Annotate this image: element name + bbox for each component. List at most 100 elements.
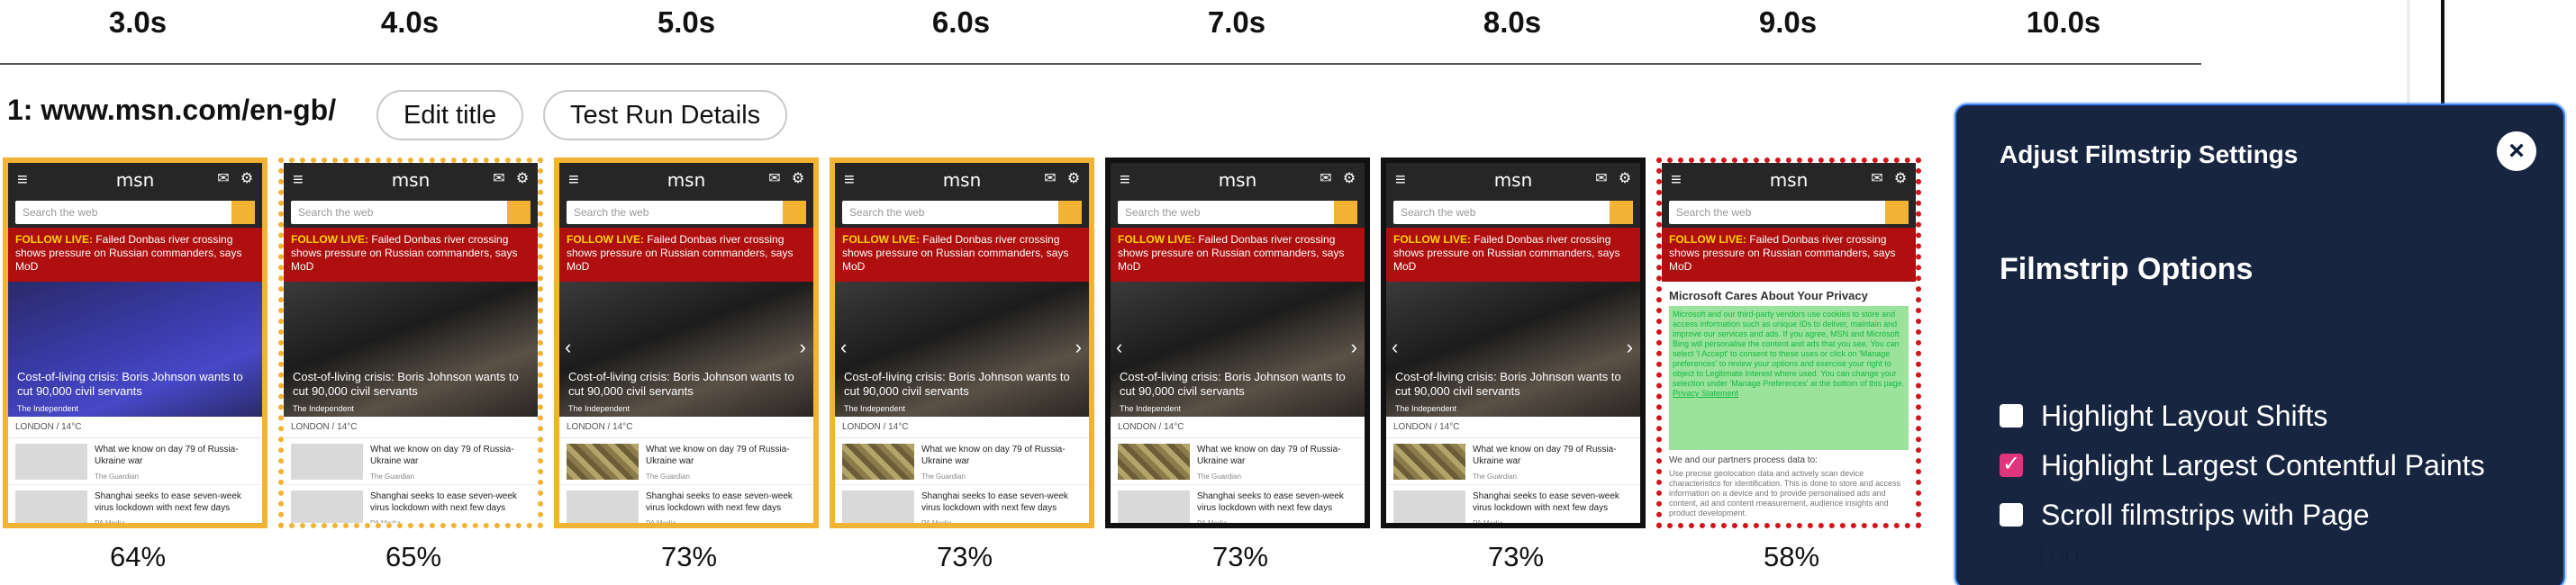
privacy-link: Privacy Statement — [1673, 389, 1739, 398]
chevron-right-icon: › — [1626, 336, 1633, 358]
option-scroll-filmstrips[interactable]: Scroll filmstrips with Page — [2000, 497, 2370, 533]
news-item: Shanghai seeks to ease seven-week virus … — [284, 485, 538, 523]
frame-visual-complete-percent: 58% — [1763, 541, 1820, 572]
options-heading: Filmstrip Options — [2000, 252, 2254, 286]
hero-image: Cost-of-living crisis: Boris Johnson wan… — [284, 282, 538, 417]
news-prefix: FOLLOW LIVE: — [291, 233, 368, 246]
frame-visual-complete-percent: 73% — [1211, 541, 1269, 572]
news-source: PA Media — [370, 519, 401, 523]
edit-title-button[interactable]: Edit title — [376, 90, 524, 140]
weather-strip: LONDON / 14°C — [1111, 417, 1365, 438]
checkbox[interactable] — [2000, 451, 2023, 477]
hero-caption: Cost-of-living crisis: Boris Johnson wan… — [293, 370, 519, 398]
breaking-news-banner: FOLLOW LIVE: Failed Donbas river crossin… — [1386, 228, 1640, 282]
option-highlight-lcp[interactable]: Highlight Largest Contentful Paints — [2000, 447, 2485, 483]
news-thumbnail — [842, 490, 914, 523]
filmstrip-frame[interactable]: ≡ msn ✉ ⚙ Search the web FOLLOW LIVE: Failed … — [830, 158, 1094, 528]
mail-icon: ✉ — [1044, 171, 1057, 186]
hero-image: ‹ › Cost-of-living crisis: Boris Johnson w… — [559, 282, 813, 417]
filmstrip-frame[interactable]: ≡ msn ✉ ⚙ Search the web FOLLOW LIVE: Failed … — [278, 158, 543, 528]
search-icon — [1610, 201, 1633, 224]
filmstrip-frame[interactable]: ≡ msn ✉ ⚙ Search the web FOLLOW LIVE: Failed … — [3, 158, 268, 528]
gear-icon: ⚙ — [1893, 171, 1908, 186]
news-item: What we know on day 79 of Russia-Ukraine… — [284, 438, 538, 485]
timeline-tick: 8.0s — [1483, 5, 1542, 39]
hero-image: Cost-of-living crisis: Boris Johnson wan… — [8, 282, 262, 417]
frame-visual-complete-percent: 73% — [660, 541, 718, 572]
filmstrip-frame[interactable]: ≡ msn ✉ ⚙ Search the web FOLLOW LIVE: Failed … — [1656, 158, 1921, 528]
playhead-marker[interactable] — [2441, 0, 2444, 104]
search-placeholder: Search the web — [1401, 206, 1476, 219]
msn-header: ≡ msn ✉ ⚙ — [284, 163, 538, 197]
gear-icon: ⚙ — [791, 171, 805, 186]
hero-caption: Cost-of-living crisis: Boris Johnson wan… — [568, 370, 794, 398]
news-item: Shanghai seeks to ease seven-week virus … — [559, 485, 813, 523]
chevron-left-icon: ‹ — [840, 336, 848, 358]
news-title: Shanghai seeks to ease seven-week virus … — [95, 491, 241, 513]
news-source: The Guardian — [1197, 472, 1241, 481]
news-prefix: FOLLOW LIVE: — [567, 233, 644, 246]
news-title: What we know on day 79 of Russia-Ukraine… — [370, 445, 514, 466]
chevron-left-icon: ‹ — [565, 336, 572, 358]
frame-visual-complete-percent: 73% — [1487, 541, 1545, 572]
hero-source: The Independent — [1395, 404, 1457, 413]
news-item: What we know on day 79 of Russia-Ukraine… — [1386, 438, 1640, 485]
search-placeholder: Search the web — [298, 206, 374, 219]
news-source: PA Media — [1197, 519, 1228, 523]
test-run-details-button[interactable]: Test Run Details — [543, 90, 788, 140]
news-thumbnail — [842, 444, 914, 480]
news-item: Shanghai seeks to ease seven-week virus … — [8, 485, 262, 523]
timeline-tick: 3.0s — [108, 5, 168, 39]
breaking-news-banner: FOLLOW LIVE: Failed Donbas river crossin… — [1662, 228, 1916, 282]
scroll-track — [2407, 0, 2410, 104]
search-icon — [231, 201, 255, 224]
news-thumbnail — [1118, 490, 1190, 523]
weather-strip: LONDON / 14°C — [559, 417, 813, 438]
hero-caption: Cost-of-living crisis: Boris Johnson wan… — [1120, 370, 1346, 398]
search-placeholder: Search the web — [1676, 206, 1752, 219]
filmstrip-frame[interactable]: ≡ msn ✉ ⚙ Search the web FOLLOW LIVE: Failed … — [1381, 158, 1646, 528]
mail-icon: ✉ — [768, 171, 781, 186]
gear-icon: ⚙ — [1066, 171, 1081, 186]
filmstrip-frame[interactable]: ≡ msn ✉ ⚙ Search the web FOLLOW LIVE: Failed … — [554, 158, 819, 528]
chevron-left-icon: ‹ — [1116, 336, 1123, 358]
news-thumbnail — [567, 444, 639, 480]
close-icon[interactable]: × — [2497, 131, 2536, 171]
breaking-news-banner: FOLLOW LIVE: Failed Donbas river crossin… — [284, 228, 538, 282]
weather-strip: LONDON / 14°C — [8, 417, 262, 438]
news-title: Shanghai seeks to ease seven-week virus … — [921, 491, 1068, 513]
news-title: What we know on day 79 of Russia-Ukraine… — [646, 445, 790, 466]
search-icon — [1885, 201, 1909, 224]
msn-search-box: Search the web — [15, 201, 255, 224]
breaking-news-banner: FOLLOW LIVE: Failed Donbas river crossin… — [559, 228, 813, 282]
gear-icon: ⚙ — [1342, 171, 1356, 186]
hero-source: The Independent — [17, 404, 79, 413]
news-title: Shanghai seeks to ease seven-week virus … — [1473, 491, 1619, 513]
hero-caption: Cost-of-living crisis: Boris Johnson wan… — [844, 370, 1070, 398]
news-title: Shanghai seeks to ease seven-week virus … — [370, 491, 517, 513]
gear-icon: ⚙ — [240, 171, 254, 186]
privacy-dialog: Microsoft Cares About Your Privacy Micros… — [1662, 282, 1916, 523]
filmstrip-frame[interactable]: ≡ msn ✉ ⚙ Search the web FOLLOW LIVE: Failed … — [1105, 158, 1370, 528]
news-item: Shanghai seeks to ease seven-week virus … — [1111, 485, 1365, 523]
news-title: Shanghai seeks to ease seven-week virus … — [1197, 491, 1344, 513]
hero-source: The Independent — [568, 404, 630, 413]
news-prefix: FOLLOW LIVE: — [842, 233, 920, 246]
msn-header: ≡ msn ✉ ⚙ — [1662, 163, 1916, 197]
news-item: Shanghai seeks to ease seven-week virus … — [1386, 485, 1640, 523]
news-item: What we know on day 79 of Russia-Ukraine… — [8, 438, 262, 485]
msn-header: ≡ msn ✉ ⚙ — [1386, 163, 1640, 197]
news-thumbnail — [291, 490, 363, 523]
news-source: PA Media — [921, 519, 952, 523]
weather-strip: LONDON / 14°C — [835, 417, 1089, 438]
news-prefix: FOLLOW LIVE: — [1669, 233, 1746, 246]
timeline-tick: 5.0s — [657, 5, 716, 39]
checkbox[interactable] — [2000, 404, 2023, 428]
news-source: PA Media — [95, 519, 125, 523]
weather-strip: LONDON / 14°C — [284, 417, 538, 438]
checkbox[interactable] — [2000, 503, 2023, 526]
weather-strip: LONDON / 14°C — [1386, 417, 1640, 438]
option-highlight-layout-shifts[interactable]: Highlight Layout Shifts — [2000, 398, 2327, 434]
news-item: What we know on day 79 of Russia-Ukraine… — [1111, 438, 1365, 485]
privacy-footer: We and our partners process data to: — [1669, 455, 1818, 465]
